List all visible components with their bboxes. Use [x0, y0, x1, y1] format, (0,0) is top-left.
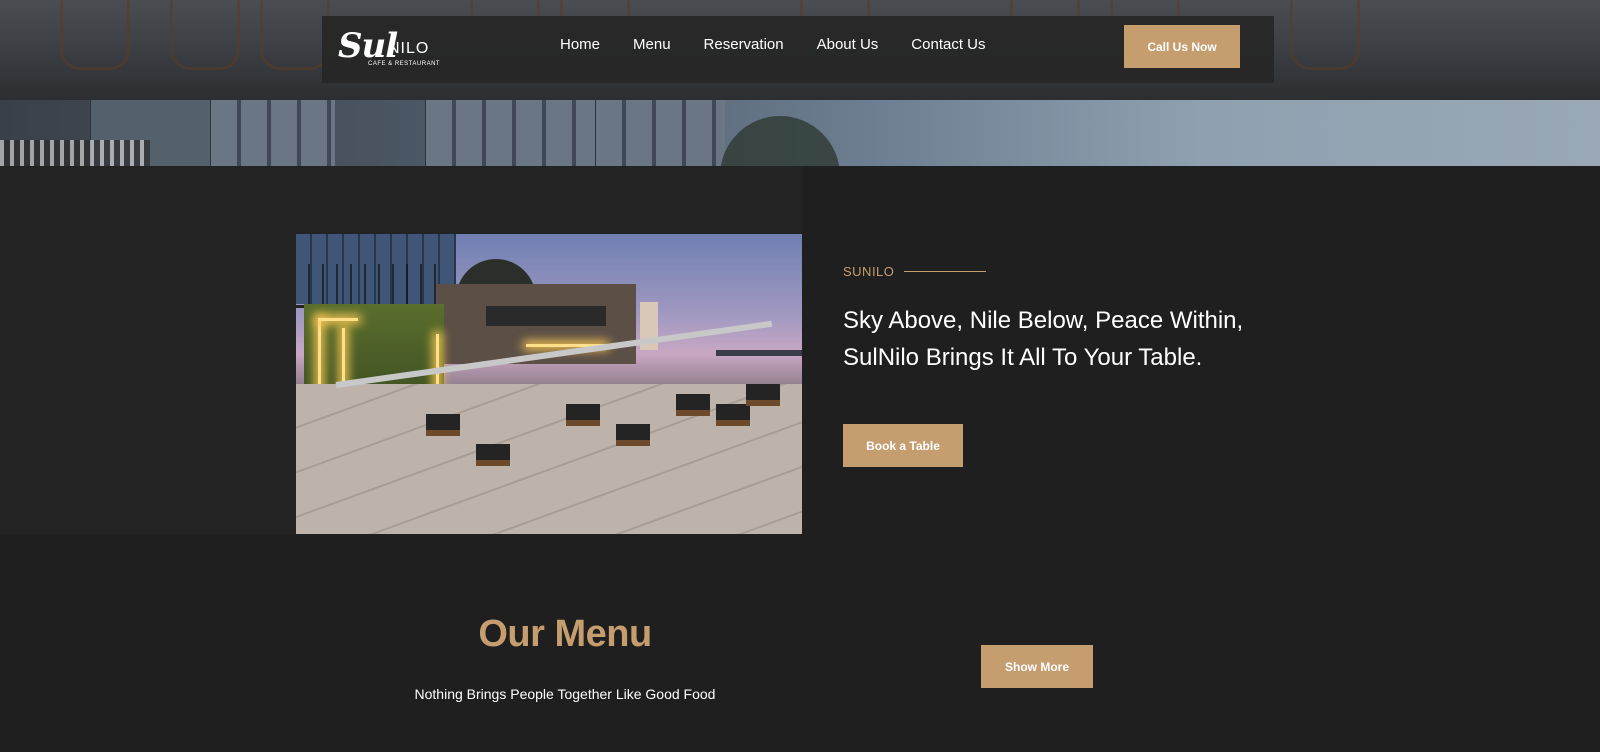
hero-background-skyline	[0, 100, 1600, 166]
call-us-now-button[interactable]: Call Us Now	[1124, 25, 1240, 68]
show-more-button[interactable]: Show More	[981, 645, 1093, 688]
sulnilo-logo[interactable]: Sul NILO CAFE & RESTAURANT	[336, 26, 446, 74]
restaurant-terrace-photo	[296, 234, 802, 534]
eyebrow-label: SUNILO	[843, 264, 895, 279]
about-section: SUNILO Sky Above, Nile Below, Peace With…	[0, 166, 1600, 534]
nav-links: Home Menu Reservation About Us Contact U…	[560, 36, 1019, 53]
menu-section-title: Our Menu	[478, 613, 652, 655]
nav-link-home[interactable]: Home	[560, 36, 600, 53]
section-eyebrow: SUNILO	[843, 264, 987, 279]
main-navbar: Sul NILO CAFE & RESTAURANT Home Menu Res…	[322, 16, 1274, 83]
headline-line-2: SulNilo Brings It All To Your Table.	[843, 344, 1203, 371]
nav-link-reservation[interactable]: Reservation	[704, 36, 784, 53]
nav-link-contact-us[interactable]: Contact Us	[911, 36, 985, 53]
logo-name: NILO	[388, 40, 430, 57]
about-headline: Sky Above, Nile Below, Peace Within, Sul…	[843, 302, 1323, 376]
nav-link-about-us[interactable]: About Us	[817, 36, 879, 53]
eyebrow-divider	[904, 271, 987, 272]
book-a-table-button[interactable]: Book a Table	[843, 424, 963, 467]
nav-link-menu[interactable]: Menu	[633, 36, 671, 53]
page: Sul NILO CAFE & RESTAURANT Home Menu Res…	[0, 0, 1600, 752]
logo-tagline: CAFE & RESTAURANT	[368, 61, 441, 67]
menu-section-subtitle: Nothing Brings People Together Like Good…	[414, 686, 716, 702]
headline-line-1: Sky Above, Nile Below, Peace Within,	[843, 307, 1244, 334]
